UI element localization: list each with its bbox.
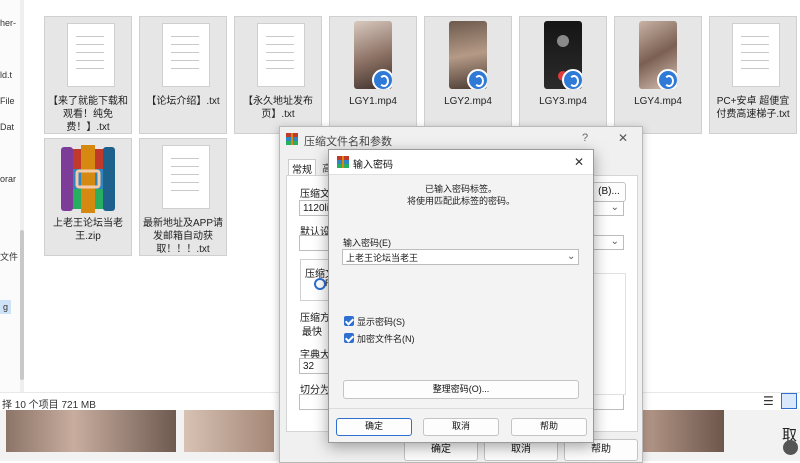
file-item[interactable]: LGY1.mp4 xyxy=(329,16,417,134)
file-name: LGY1.mp4 xyxy=(349,96,397,107)
selection-status: 择 10 个项目 721 MB xyxy=(2,400,96,411)
file-name: 【永久地址发布页】.txt xyxy=(243,96,313,120)
navigation-pane: her- ld.t File Dat orar 文件 g xyxy=(0,0,21,392)
update-mode-dropdown[interactable]: ⌄ xyxy=(592,235,624,250)
nav-fragment[interactable]: 文件 xyxy=(0,250,18,263)
close-icon[interactable]: ✕ xyxy=(618,131,628,145)
encrypt-filenames-checkbox[interactable] xyxy=(344,333,354,343)
video-preview xyxy=(640,410,724,452)
winrar-archive-icon xyxy=(61,145,115,213)
text-file-icon xyxy=(162,145,210,209)
close-icon[interactable]: ✕ xyxy=(574,155,584,169)
media-player-icon xyxy=(467,69,487,89)
video-thumbnail xyxy=(544,21,582,89)
help-button[interactable]: 帮助 xyxy=(511,418,587,436)
split-unit-field[interactable] xyxy=(592,394,624,410)
nav-fragment[interactable]: her- xyxy=(0,18,16,28)
cancel-button[interactable]: 取消 xyxy=(423,418,499,436)
organize-passwords-button[interactable]: 整理密码(O)... xyxy=(343,380,579,399)
video-preview xyxy=(184,410,274,452)
file-name: LGY2.mp4 xyxy=(444,96,492,107)
encrypt-filenames-label[interactable]: 加密文件名(N) xyxy=(357,332,415,345)
chevron-down-icon[interactable]: ⌄ xyxy=(567,251,575,262)
compression-method-label: 压缩方 xyxy=(300,313,330,324)
text-file-icon xyxy=(162,23,210,87)
file-item[interactable]: LGY2.mp4 xyxy=(424,16,512,134)
ok-button[interactable]: 确定 xyxy=(336,418,412,436)
help-icon[interactable]: ? xyxy=(582,132,588,144)
nav-fragment[interactable]: ld.t xyxy=(0,70,12,80)
large-icons-view-icon[interactable] xyxy=(781,393,797,409)
dialog-title: 压缩文件名和参数 xyxy=(304,136,392,148)
file-name: 上老王论坛当老王.zip xyxy=(53,218,123,242)
video-thumbnail xyxy=(354,21,392,89)
avatar xyxy=(783,440,798,455)
nav-scrollbar[interactable] xyxy=(20,0,24,392)
file-item[interactable]: 最新地址及APP请发邮箱自动获取！！！.txt xyxy=(139,138,227,256)
password-input[interactable]: 上老王论坛当老王 xyxy=(342,249,579,265)
file-name: PC+安卓 超便宜付费高速梯子.txt xyxy=(716,96,790,120)
file-item[interactable]: 【论坛介绍】.txt xyxy=(139,16,227,134)
file-name: 【论坛介绍】.txt xyxy=(146,96,220,107)
text-file-icon xyxy=(257,23,305,87)
file-item[interactable]: 【永久地址发布页】.txt xyxy=(234,16,322,134)
file-item[interactable]: PC+安卓 超便宜付费高速梯子.txt xyxy=(709,16,797,134)
info-line-2: 将使用匹配此标签的密码。 xyxy=(406,196,515,206)
winrar-icon xyxy=(286,133,298,145)
file-item[interactable]: LGY3.mp4 xyxy=(519,16,607,134)
archive-name-field[interactable]: 1120lin xyxy=(299,200,331,216)
divider xyxy=(329,408,593,409)
compression-method-value[interactable]: 最快 xyxy=(302,323,322,338)
text-file-icon xyxy=(732,23,780,87)
video-thumbnail xyxy=(449,21,487,89)
winrar-icon xyxy=(337,156,349,168)
text-file-icon xyxy=(67,23,115,87)
media-player-icon xyxy=(657,69,677,89)
enter-password-dialog: 输入密码 ✕ 已输入密码标签。 将使用匹配此标签的密码。 输入密码(E) 上老王… xyxy=(328,149,594,443)
split-volumes-field[interactable] xyxy=(299,394,329,410)
file-name: LGY3.mp4 xyxy=(539,96,587,107)
browse-button[interactable]: (B)... xyxy=(592,182,626,202)
show-password-label[interactable]: 显示密码(S) xyxy=(357,315,405,328)
details-view-icon[interactable]: ☰ xyxy=(763,394,774,408)
dictionary-size-field[interactable]: 32 xyxy=(299,358,329,374)
show-password-checkbox[interactable] xyxy=(344,316,354,326)
dialog-title: 输入密码 xyxy=(353,160,393,171)
file-item[interactable]: 上老王论坛当老王.zip xyxy=(44,138,132,256)
archive-name-label: 压缩文 xyxy=(300,189,330,200)
profile-button[interactable] xyxy=(299,235,329,251)
password-label: 输入密码(E) xyxy=(343,238,391,248)
file-item[interactable]: 【来了就能下载和观看！纯免费！】.txt xyxy=(44,16,132,134)
file-item[interactable]: LGY4.mp4 xyxy=(614,16,702,134)
nav-fragment[interactable]: Dat xyxy=(0,122,14,132)
media-player-icon xyxy=(562,69,582,89)
archive-name-dropdown[interactable]: ⌄ xyxy=(592,201,624,216)
nav-fragment[interactable]: orar xyxy=(0,174,16,184)
video-preview xyxy=(6,410,176,452)
nav-fragment[interactable]: File xyxy=(0,96,15,106)
file-name: 最新地址及APP请发邮箱自动获取！！！.txt xyxy=(142,218,223,255)
video-thumbnail xyxy=(639,21,677,89)
options-group xyxy=(592,273,626,395)
file-name: LGY4.mp4 xyxy=(634,96,682,107)
nav-fragment[interactable]: g xyxy=(0,300,12,314)
file-name: 【来了就能下载和观看！纯免费！】.txt xyxy=(48,96,128,133)
media-player-icon xyxy=(372,69,392,89)
